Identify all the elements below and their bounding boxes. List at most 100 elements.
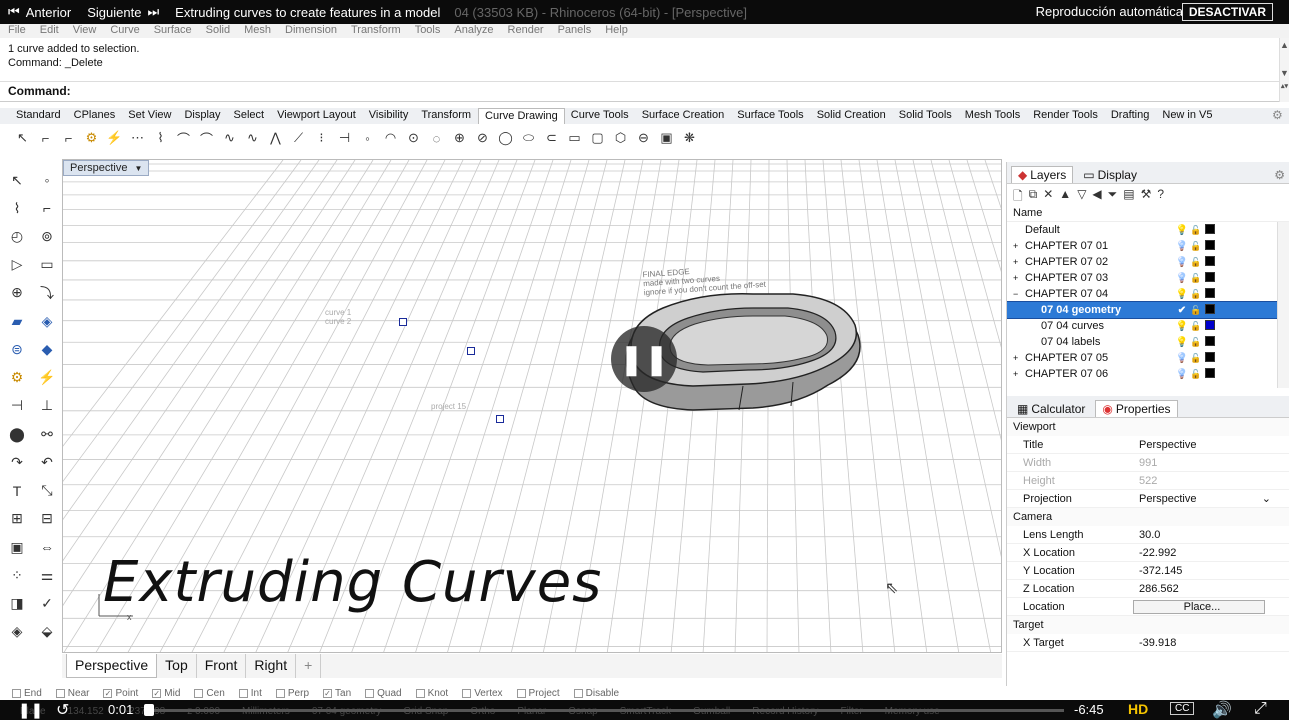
osnap-mid[interactable]: ✓ Mid: [152, 688, 180, 699]
tab-transform[interactable]: Transform: [415, 108, 478, 124]
tab-drafting[interactable]: Drafting: [1105, 108, 1157, 124]
lock-icon[interactable]: 🔓: [1189, 305, 1203, 316]
rotate-icon[interactable]: ↷: [4, 450, 30, 474]
prop-value[interactable]: 30.0: [1133, 529, 1289, 541]
move-up-icon[interactable]: ▲: [1059, 187, 1071, 201]
osnap-cen[interactable]: Cen: [194, 688, 225, 699]
tab-display[interactable]: ▭ Display: [1077, 166, 1143, 183]
expand-icon[interactable]: +: [1013, 257, 1025, 267]
prop-row[interactable]: Projection Perspective ⌄: [1007, 490, 1289, 508]
prop-row[interactable]: Y Location -372.145: [1007, 562, 1289, 580]
lock-icon[interactable]: 🔓: [1189, 353, 1203, 364]
prop-row[interactable]: Height 522: [1007, 472, 1289, 490]
menu-item[interactable]: Curve: [110, 24, 139, 38]
tab-layers[interactable]: ◆ Layers: [1011, 166, 1074, 183]
deactivate-button[interactable]: DESACTIVAR: [1181, 3, 1273, 21]
prop-row[interactable]: Z Location 286.562: [1007, 580, 1289, 598]
new-sublayer-icon[interactable]: ⧉: [1029, 187, 1038, 201]
tab-render-tools[interactable]: Render Tools: [1027, 108, 1105, 124]
move-parent-icon[interactable]: ◀: [1092, 187, 1101, 201]
point-icon[interactable]: ◦: [34, 168, 60, 192]
expand-icon[interactable]: −: [1013, 289, 1025, 299]
bulb-icon[interactable]: 💡: [1175, 273, 1189, 284]
line-segment-icon[interactable]: ⟋: [288, 128, 309, 148]
checkbox[interactable]: [516, 688, 526, 698]
prop-row[interactable]: Title Perspective: [1007, 436, 1289, 454]
tab-mesh-tools[interactable]: Mesh Tools: [959, 108, 1027, 124]
menu-item[interactable]: Transform: [351, 24, 401, 38]
layer-row[interactable]: + CHAPTER 07 01 💡 🔓: [1007, 238, 1289, 254]
osnap-point[interactable]: ✓ Point: [103, 688, 138, 699]
color-swatch[interactable]: [1205, 271, 1215, 282]
color-swatch[interactable]: [1205, 303, 1215, 314]
tab-properties[interactable]: ◉ Properties: [1095, 400, 1178, 417]
lock-icon[interactable]: 🔓: [1189, 241, 1203, 252]
expand-icon[interactable]: +: [1013, 273, 1025, 283]
color-swatch[interactable]: [1205, 239, 1215, 250]
tab-curve-drawing[interactable]: Curve Drawing: [478, 108, 565, 124]
check-icon[interactable]: ✔: [1175, 305, 1189, 316]
history-scrollbar[interactable]: ▲ ▼: [1279, 38, 1289, 82]
command-scroll[interactable]: ▴▾: [1279, 82, 1289, 102]
viewport-tab-perspective[interactable]: Perspective: [66, 654, 158, 678]
sphere-icon[interactable]: ⊕: [4, 281, 30, 305]
points-icon[interactable]: ⁝: [311, 128, 332, 148]
layer-row[interactable]: 07 04 curves 💡 🔓: [1007, 318, 1289, 334]
split-icon[interactable]: ⊥: [34, 394, 60, 418]
osnap-project[interactable]: Project: [516, 688, 560, 699]
tab-display[interactable]: Display: [178, 108, 227, 124]
gear-icon[interactable]: ⚙: [1272, 108, 1285, 122]
layer-row[interactable]: Default 💡 🔓: [1007, 222, 1289, 238]
ellipse-icon[interactable]: ◯: [495, 128, 516, 148]
bulb-icon[interactable]: 💡: [1175, 289, 1189, 300]
menu-item[interactable]: Analyze: [454, 24, 493, 38]
progress-bar[interactable]: [148, 709, 1064, 712]
oval-icon[interactable]: ⬭: [518, 128, 539, 148]
osnap-near[interactable]: Near: [55, 688, 89, 699]
checkbox[interactable]: ✓: [152, 688, 162, 698]
polyline-icon[interactable]: ⌐: [35, 128, 56, 148]
lock-icon[interactable]: 🔓: [1189, 225, 1203, 236]
bulb-icon[interactable]: 💡: [1175, 337, 1189, 348]
color-swatch[interactable]: [1205, 287, 1215, 298]
prop-value[interactable]: 286.562: [1133, 583, 1289, 595]
prop-value[interactable]: -39.918: [1133, 637, 1289, 649]
layers-scrollbar[interactable]: [1277, 222, 1289, 388]
new-layer-icon[interactable]: 🗋: [1013, 187, 1023, 203]
star-icon[interactable]: ❋: [679, 128, 700, 148]
tab-standard[interactable]: Standard: [10, 108, 68, 124]
circle-icon[interactable]: ◴: [4, 224, 30, 248]
prop-value[interactable]: Place...: [1133, 599, 1265, 614]
gear-icon[interactable]: ⚙: [4, 366, 30, 390]
block-icon[interactable]: ▣: [4, 535, 30, 559]
gear-curve-icon[interactable]: ⚙: [81, 128, 102, 148]
circle4-icon[interactable]: ⊘: [472, 128, 493, 148]
tab-cplanes[interactable]: CPlanes: [68, 108, 123, 124]
color-swatch[interactable]: [1205, 319, 1215, 330]
color-swatch[interactable]: [1205, 255, 1215, 266]
group-icon[interactable]: ⚯: [34, 422, 60, 446]
osnap-vertex[interactable]: Vertex: [462, 688, 503, 699]
osnap-tan[interactable]: ✓ Tan: [323, 688, 351, 699]
prop-value[interactable]: 991: [1133, 457, 1289, 469]
color-swatch[interactable]: [1205, 351, 1215, 362]
menu-item[interactable]: Surface: [154, 24, 192, 38]
prop-row[interactable]: X Target -39.918: [1007, 634, 1289, 652]
tab-curve-tools[interactable]: Curve Tools: [565, 108, 636, 124]
pause-button[interactable]: ❚❚: [18, 701, 43, 719]
prop-value[interactable]: Perspective: [1133, 439, 1289, 451]
checkbox[interactable]: [365, 688, 375, 698]
select-icon[interactable]: ↖: [12, 128, 33, 148]
bulb-icon[interactable]: 💡: [1175, 321, 1189, 332]
circle2-icon[interactable]: ◌: [426, 128, 447, 148]
box-icon[interactable]: ▣: [656, 128, 677, 148]
offset-icon[interactable]: ⊣: [334, 128, 355, 148]
viewport-tab-right[interactable]: Right: [246, 654, 297, 678]
tab-viewport-layout[interactable]: Viewport Layout: [271, 108, 363, 124]
osnap-quad[interactable]: Quad: [365, 688, 402, 699]
bulb-icon[interactable]: 💡: [1175, 353, 1189, 364]
box-icon[interactable]: ▰: [4, 309, 30, 333]
tools-icon[interactable]: ⚒: [1141, 187, 1152, 201]
expand-icon[interactable]: +: [1013, 241, 1025, 251]
mirror-icon[interactable]: ⇔: [34, 535, 60, 559]
